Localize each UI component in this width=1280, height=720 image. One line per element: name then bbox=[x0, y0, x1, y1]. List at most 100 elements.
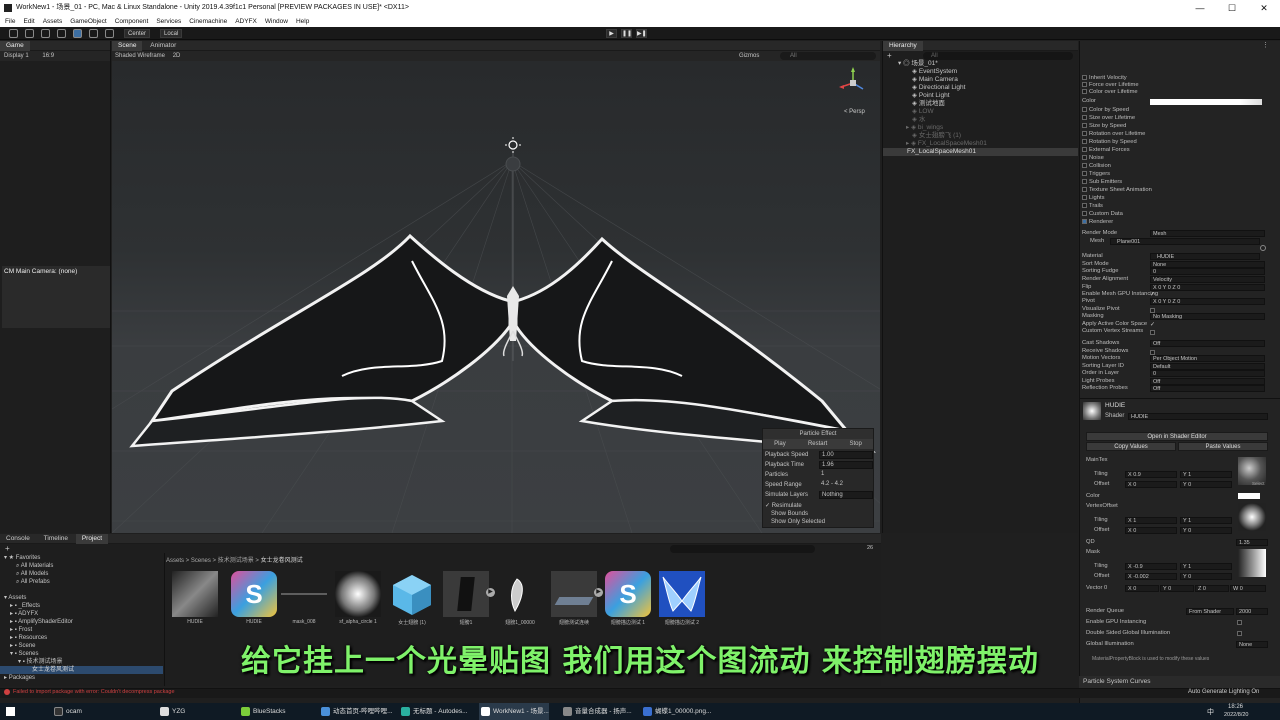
module-external-forces[interactable]: External Forces bbox=[1082, 147, 1130, 154]
vo-tiling-y[interactable]: Y 1 bbox=[1180, 517, 1232, 524]
rect-tool-icon[interactable] bbox=[73, 29, 82, 38]
breadcrumb-item[interactable]: 女士龙卷风测试 bbox=[261, 558, 303, 564]
shader-asset-icon[interactable]: S bbox=[605, 571, 651, 617]
minimize-button[interactable]: — bbox=[1184, 0, 1216, 16]
order-in-layer-input[interactable]: 0 bbox=[1150, 370, 1265, 377]
playback-time-input[interactable]: 1.96 bbox=[819, 461, 873, 469]
show-bounds-toggle[interactable]: Show Bounds bbox=[771, 511, 808, 517]
hierarchy-item[interactable]: ◈ Point Light bbox=[912, 92, 950, 100]
module-renderer[interactable]: Renderer bbox=[1082, 219, 1113, 226]
menu-adyfx[interactable]: ADYFX bbox=[235, 16, 257, 27]
menu-help[interactable]: Help bbox=[296, 16, 309, 27]
hierarchy-item[interactable]: ◈ 水 bbox=[912, 116, 925, 124]
asset-thumbnail[interactable] bbox=[281, 571, 327, 617]
inspector-menu-icon[interactable]: ⋮ bbox=[1262, 41, 1280, 51]
folder-item[interactable]: ▸ ▪ _Effects bbox=[10, 602, 40, 610]
2d-toggle[interactable]: 2D bbox=[173, 53, 181, 59]
step-button[interactable]: ▶❚ bbox=[636, 29, 647, 38]
hierarchy-search-input[interactable]: All bbox=[923, 52, 1073, 60]
render-alignment-select[interactable]: Velocity bbox=[1150, 276, 1265, 283]
mask-offset-y[interactable]: Y 0 bbox=[1180, 573, 1232, 580]
hierarchy-item[interactable]: ◈ 测试地面 bbox=[912, 100, 945, 108]
module-texture-sheet-animation[interactable]: Texture Sheet Animation bbox=[1082, 187, 1152, 194]
mask-thumbnail[interactable] bbox=[1238, 549, 1266, 577]
windows-start-icon[interactable] bbox=[6, 707, 15, 716]
render-mode-select[interactable]: Mesh bbox=[1150, 230, 1265, 237]
sort-mode-select[interactable]: None bbox=[1150, 261, 1265, 268]
module-sub-emitters[interactable]: Sub Emitters bbox=[1082, 179, 1122, 186]
taskbar-item-bilibili[interactable]: 动态首页-哔哩哔哩... bbox=[319, 703, 393, 720]
show-only-selected-toggle[interactable]: Show Only Selected bbox=[771, 519, 825, 525]
masking-select[interactable]: No Masking bbox=[1150, 313, 1265, 320]
gpu-instancing-material-checkbox[interactable] bbox=[1237, 619, 1244, 626]
maintex-select-label[interactable]: Select bbox=[1252, 481, 1265, 486]
rotate-tool-icon[interactable] bbox=[41, 29, 50, 38]
tab-animator[interactable]: Animator bbox=[144, 41, 182, 51]
mask-tiling-y[interactable]: Y 1 bbox=[1180, 563, 1232, 570]
scale-tool-icon[interactable] bbox=[57, 29, 66, 38]
hierarchy-item[interactable]: ◈ EventSystem bbox=[912, 68, 957, 76]
asset-thumbnail[interactable] bbox=[551, 571, 597, 617]
taskbar-item-bluestacks[interactable]: BlueStacks bbox=[239, 703, 286, 720]
module-collision[interactable]: Collision bbox=[1082, 163, 1111, 170]
butterfly-wings-mesh[interactable] bbox=[129, 233, 876, 453]
custom-tool-icon[interactable] bbox=[105, 29, 114, 38]
menu-file[interactable]: File bbox=[5, 16, 15, 27]
vo-offset-x[interactable]: X 0 bbox=[1125, 527, 1177, 534]
asset-thumbnail[interactable] bbox=[172, 571, 218, 617]
menu-window[interactable]: Window bbox=[265, 16, 288, 27]
menu-gameobject[interactable]: GameObject bbox=[70, 16, 107, 27]
module-size-over-lifetime[interactable]: Size over Lifetime bbox=[1082, 115, 1135, 122]
persp-label[interactable]: < Persp bbox=[844, 109, 865, 115]
close-button[interactable]: ✕ bbox=[1248, 0, 1280, 16]
show-only-selected-row[interactable]: Show Only Selected bbox=[763, 518, 873, 527]
hierarchy-item[interactable]: ◈ Main Camera bbox=[912, 76, 958, 84]
tab-scene[interactable]: Scene bbox=[112, 41, 143, 51]
module-custom-data[interactable]: Custom Data bbox=[1082, 211, 1123, 218]
taskbar-item-image-viewer[interactable]: 蝴蝶1_00000.png... bbox=[641, 703, 711, 720]
reflection-probes-select[interactable]: Off bbox=[1150, 385, 1265, 392]
module-trails[interactable]: Trails bbox=[1082, 203, 1103, 210]
taskbar-item-ocam[interactable]: ocam bbox=[52, 703, 82, 720]
simulate-layers-select[interactable]: Nothing bbox=[819, 491, 873, 499]
scene-search-input[interactable]: All bbox=[780, 52, 876, 60]
move-tool-icon[interactable] bbox=[25, 29, 34, 38]
module-lights[interactable]: Lights bbox=[1082, 195, 1104, 202]
vector0-y[interactable]: Y 0 bbox=[1160, 585, 1194, 592]
game-view[interactable]: CM Main Camera: (none) bbox=[2, 266, 110, 328]
display-select[interactable]: Display 1 bbox=[4, 53, 29, 59]
shader-select[interactable]: HUDIE bbox=[1128, 413, 1268, 420]
maintex-tiling-y[interactable]: Y 1 bbox=[1180, 471, 1232, 478]
menu-services[interactable]: Services bbox=[156, 16, 181, 27]
transform-tool-icon[interactable] bbox=[89, 29, 98, 38]
module-color-over-lifetime[interactable]: Color over Lifetime bbox=[1082, 89, 1138, 96]
flip-input[interactable]: X 0 Y 0 Z 0 bbox=[1150, 284, 1265, 291]
gizmos-select[interactable]: Gizmos bbox=[739, 51, 759, 61]
taskbar-item-volume-mixer[interactable]: 音量合成器 - 扬声... bbox=[561, 703, 632, 720]
hierarchy-scene-root[interactable]: ▾ ◎ 场景_01* bbox=[898, 60, 938, 68]
tab-project[interactable]: Project bbox=[75, 534, 109, 544]
asset-thumbnail[interactable] bbox=[443, 571, 489, 617]
add-mesh-icon[interactable] bbox=[1260, 245, 1266, 251]
open-shader-editor-button[interactable]: Open in Shader Editor bbox=[1086, 432, 1268, 441]
resimulate-toggle[interactable]: Resimulate bbox=[772, 503, 802, 509]
motion-vectors-select[interactable]: Per Object Motion bbox=[1150, 355, 1265, 362]
cast-shadows-select[interactable]: Off bbox=[1150, 340, 1265, 347]
hierarchy-item[interactable]: ◈ LOW bbox=[912, 108, 934, 116]
paste-values-button[interactable]: Paste Values bbox=[1178, 442, 1268, 451]
module-inherit-velocity[interactable]: Inherit Velocity bbox=[1082, 75, 1127, 82]
taskbar-item-yzg[interactable]: YZG bbox=[158, 703, 185, 720]
orientation-gizmo[interactable] bbox=[839, 67, 864, 90]
module-size-by-speed[interactable]: Size by Speed bbox=[1082, 123, 1126, 130]
hierarchy-item[interactable]: ◈ 女士翅膀飞 (1) bbox=[912, 132, 961, 140]
sorting-fudge-input[interactable]: 0 bbox=[1150, 268, 1265, 275]
vo-tiling-x[interactable]: X 1 bbox=[1125, 517, 1177, 524]
favorites-folder[interactable]: ▾ ★ Favorites bbox=[4, 554, 40, 562]
tab-hierarchy[interactable]: Hierarchy bbox=[883, 41, 923, 51]
sun-light-icon[interactable] bbox=[505, 137, 521, 153]
asset-thumbnail[interactable] bbox=[335, 571, 381, 617]
maintex-offset-y[interactable]: Y 0 bbox=[1180, 481, 1232, 488]
copy-values-button[interactable]: Copy Values bbox=[1086, 442, 1176, 451]
menu-cinemachine[interactable]: Cinemachine bbox=[189, 16, 227, 27]
particle-play-button[interactable]: Play bbox=[774, 439, 786, 449]
